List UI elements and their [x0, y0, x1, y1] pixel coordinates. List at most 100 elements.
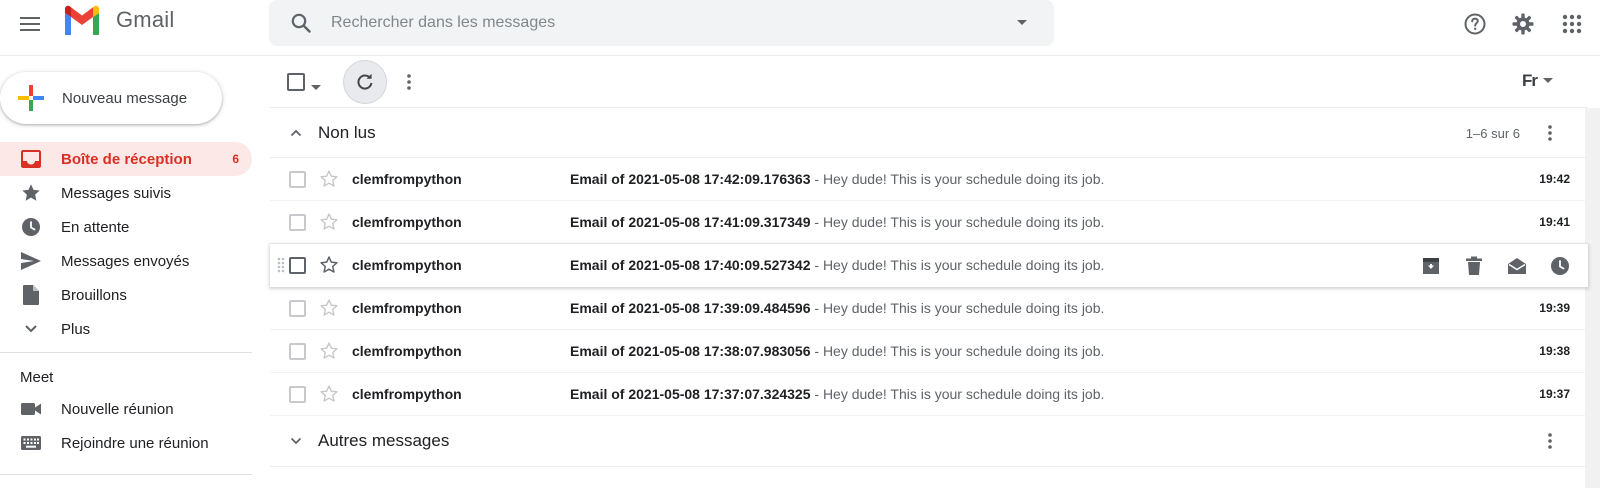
row-checkbox[interactable] [289, 257, 306, 274]
email-sender: clemfrompython [352, 171, 462, 187]
star-outline-icon[interactable] [318, 383, 340, 405]
sidebar-item-drafts[interactable]: Brouillons [0, 278, 252, 312]
gmail-app: Gmail Rechercher dans les messages Nouve… [0, 0, 1600, 488]
sidebar-item-label: Brouillons [61, 286, 127, 304]
sidebar-item-label: En attente [61, 218, 130, 236]
refresh-button[interactable] [343, 60, 387, 104]
trash-icon[interactable] [1460, 252, 1488, 280]
email-row[interactable]: clemfrompython Email of 2021-05-08 17:39… [270, 287, 1588, 330]
sidebar-item-label: Nouvelle réunion [61, 400, 174, 418]
list-toolbar: Fr [270, 56, 1588, 108]
email-row[interactable]: clemfrompython Email of 2021-05-08 17:37… [270, 373, 1588, 416]
email-snippet: - Hey dude! This is your schedule doing … [810, 300, 1105, 316]
chevron-up-icon[interactable] [284, 121, 308, 145]
help-icon[interactable] [1459, 8, 1491, 40]
email-time: 19:39 [1539, 301, 1570, 315]
caret-down-icon[interactable] [1010, 11, 1034, 35]
more-vert-icon[interactable] [1538, 121, 1562, 145]
sidebar-divider [0, 352, 252, 353]
meet-section-title: Meet [20, 369, 54, 386]
email-list: clemfrompython Email of 2021-05-08 17:42… [270, 158, 1588, 416]
section-header-other: Autres messages [270, 416, 1588, 466]
search-bar[interactable] [269, 0, 1054, 46]
star-outline-icon[interactable] [318, 254, 340, 276]
sidebar-item-more[interactable]: Plus [0, 312, 252, 346]
sidebar-item-new-meeting[interactable]: Nouvelle réunion [0, 392, 252, 426]
email-subject: Email of 2021-05-08 17:40:09.527342 [570, 257, 811, 273]
row-checkbox[interactable] [289, 343, 306, 360]
chevron-down-icon [19, 317, 43, 341]
sidebar-item-join-meeting[interactable]: Rejoindre une réunion [0, 426, 252, 460]
email-row-hovered[interactable]: clemfrompython Email of 2021-05-08 17:40… [270, 244, 1588, 287]
inbox-icon [19, 147, 43, 171]
keyboard-icon [19, 431, 43, 455]
compose-plus-icon [16, 83, 46, 113]
archive-icon[interactable] [1417, 252, 1445, 280]
email-time: 19:42 [1539, 172, 1570, 186]
email-preview: Email of 2021-05-08 17:40:09.527342 - He… [570, 257, 1104, 273]
star-outline-icon[interactable] [318, 168, 340, 190]
gmail-logo[interactable]: Gmail [62, 5, 174, 35]
more-vert-icon[interactable] [1538, 429, 1562, 453]
chevron-down-icon[interactable] [284, 429, 308, 453]
drag-handle-icon[interactable] [277, 257, 285, 273]
email-row[interactable]: clemfrompython Email of 2021-05-08 17:41… [270, 201, 1588, 244]
email-row[interactable]: clemfrompython Email of 2021-05-08 17:42… [270, 158, 1588, 201]
sidebar-item-sent[interactable]: Messages envoyés [0, 244, 252, 278]
sidebar-item-snoozed[interactable]: En attente [0, 210, 252, 244]
email-sender: clemfrompython [352, 300, 462, 316]
row-checkbox[interactable] [289, 386, 306, 403]
email-subject: Email of 2021-05-08 17:39:09.484596 [570, 300, 811, 316]
input-tools-button[interactable]: Fr [1522, 71, 1553, 91]
email-time: 19:41 [1539, 215, 1570, 229]
scrollbar-track[interactable] [1585, 108, 1600, 488]
star-outline-icon[interactable] [318, 297, 340, 319]
snooze-icon[interactable] [1546, 252, 1574, 280]
search-icon[interactable] [289, 11, 313, 35]
email-snippet: - Hey dude! This is your schedule doing … [810, 257, 1105, 273]
email-time: 19:37 [1539, 387, 1570, 401]
email-subject: Email of 2021-05-08 17:41:09.317349 [570, 214, 811, 230]
hamburger-icon[interactable] [14, 8, 46, 40]
input-tools-label: Fr [1522, 71, 1538, 90]
section-title: Autres messages [318, 431, 450, 450]
row-hover-actions [1402, 252, 1574, 280]
pagination-range: 1–6 sur 6 [1465, 125, 1520, 141]
star-outline-icon[interactable] [318, 340, 340, 362]
row-checkbox[interactable] [289, 300, 306, 317]
email-snippet: - Hey dude! This is your schedule doing … [810, 343, 1105, 359]
mark-as-read-icon[interactable] [1503, 252, 1531, 280]
apps-grid-icon[interactable] [1556, 8, 1588, 40]
email-snippet: - Hey dude! This is your schedule doing … [810, 171, 1105, 187]
email-preview: Email of 2021-05-08 17:38:07.983056 - He… [570, 343, 1104, 359]
email-subject: Email of 2021-05-08 17:38:07.983056 [570, 343, 811, 359]
star-outline-icon[interactable] [318, 211, 340, 233]
draft-icon [19, 283, 43, 307]
section-title: Non lus [318, 123, 376, 142]
gmail-m-logo [65, 5, 99, 35]
sidebar-item-inbox[interactable]: Boîte de réception 6 [0, 142, 252, 176]
videocam-icon [19, 397, 43, 421]
refresh-icon [357, 73, 373, 90]
sidebar-item-label: Rejoindre une réunion [61, 434, 209, 452]
settings-gear-icon[interactable] [1507, 8, 1539, 40]
email-preview: Email of 2021-05-08 17:37:07.324325 - He… [570, 386, 1104, 402]
sidebar-divider [0, 474, 252, 475]
select-caret-icon[interactable] [311, 78, 321, 96]
sidebar-item-label: Boîte de réception [61, 150, 192, 168]
email-sender: clemfrompython [352, 214, 462, 230]
compose-button[interactable]: Nouveau message [0, 72, 222, 124]
select-all-checkbox[interactable] [287, 73, 305, 91]
unread-count-badge: 6 [232, 152, 239, 166]
app-name: Gmail [116, 7, 175, 32]
email-preview: Email of 2021-05-08 17:41:09.317349 - He… [570, 214, 1104, 230]
email-subject: Email of 2021-05-08 17:37:07.324325 [570, 386, 811, 402]
row-checkbox[interactable] [289, 214, 306, 231]
email-row[interactable]: clemfrompython Email of 2021-05-08 17:38… [270, 330, 1588, 373]
sidebar-item-starred[interactable]: Messages suivis [0, 176, 252, 210]
email-time: 19:38 [1539, 344, 1570, 358]
sidebar: Nouveau message Boîte de réception 6 Mes… [0, 56, 256, 488]
more-vert-icon[interactable] [397, 70, 421, 94]
row-checkbox[interactable] [289, 171, 306, 188]
search-input[interactable] [331, 3, 1010, 43]
